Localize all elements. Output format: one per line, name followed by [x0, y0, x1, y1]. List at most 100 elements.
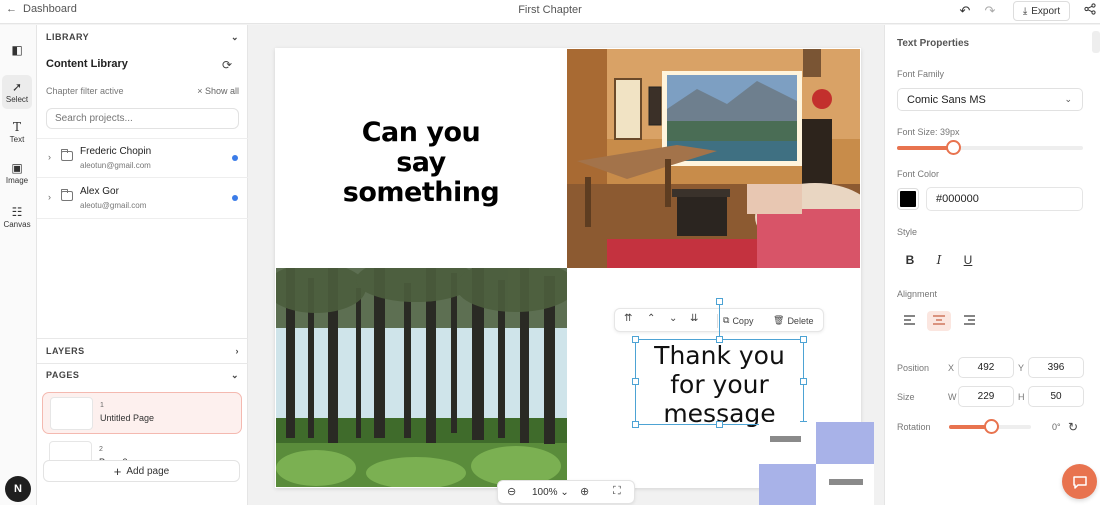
refresh-icon[interactable]: ⟳ — [222, 58, 232, 72]
cursor-icon: ➚ — [11, 79, 23, 94]
zoom-level-select[interactable]: 100% ⌄ — [532, 487, 569, 498]
size-width-input[interactable]: 229 — [958, 386, 1014, 407]
tool-image-label: Image — [5, 175, 29, 185]
tool-rail: ◧ ➚ Select T Text ▣ Image ☷ Canvas — [0, 25, 37, 505]
font-color-label: Font Color — [897, 169, 940, 179]
project-item[interactable]: › Frederic Chopin aleotun@gmail.com — [37, 138, 248, 178]
image-icon: ▣ — [11, 160, 23, 175]
page-name: Untitled Page — [100, 413, 155, 423]
font-family-value: Comic Sans MS — [907, 93, 986, 106]
library-section-label: LIBRARY — [46, 32, 90, 42]
font-color-input[interactable]: #000000 — [926, 187, 1083, 211]
chevron-down-icon: ⌄ — [230, 31, 239, 42]
top-bar: ← Dashboard First Chapter ↶ ↷ ⤓ Export — [0, 0, 1100, 24]
font-family-select[interactable]: Comic Sans MS ⌄ — [897, 88, 1083, 111]
tool-text[interactable]: T Text — [2, 115, 32, 149]
font-size-slider[interactable] — [897, 140, 1083, 155]
selection-box — [635, 339, 804, 425]
move-up-icon[interactable]: ⌃ — [647, 313, 655, 324]
living-room-photo[interactable] — [567, 49, 860, 268]
show-all-label: Show all — [204, 86, 239, 96]
chevron-right-icon: › — [48, 192, 51, 202]
rotate-handle[interactable] — [716, 298, 723, 305]
headline-line: something — [342, 177, 500, 208]
send-to-back-icon[interactable]: ⇊ — [690, 313, 698, 324]
rotation-value: 0° — [1052, 422, 1061, 432]
resize-handle-nw[interactable] — [632, 336, 639, 343]
resize-handle-s[interactable] — [716, 421, 723, 428]
search-projects-input[interactable] — [46, 108, 239, 129]
tool-canvas[interactable]: ☷ Canvas — [2, 200, 32, 234]
h-axis-label: H — [1018, 392, 1025, 402]
copy-button[interactable]: ⧉ Copy — [723, 315, 753, 326]
delete-button[interactable]: 🗑 Delete — [773, 315, 813, 326]
chevron-down-icon: ⌄ — [1064, 94, 1072, 104]
page-preview — [50, 397, 93, 430]
x-axis-label: X — [948, 363, 955, 373]
rotation-thumb[interactable] — [984, 419, 999, 434]
align-left-button[interactable] — [898, 311, 922, 331]
font-family-label: Font Family — [897, 69, 945, 79]
tool-image[interactable]: ▣ Image — [2, 156, 32, 190]
export-label: Export — [1031, 5, 1061, 17]
project-email: aleotun@gmail.com — [80, 161, 151, 170]
align-center-button[interactable] — [927, 311, 951, 331]
layers-section-label: LAYERS — [46, 346, 85, 356]
copy-icon: ⧉ — [723, 315, 730, 325]
bold-button[interactable]: B — [900, 250, 920, 270]
resize-handle-sw[interactable] — [632, 421, 639, 428]
back-to-dashboard-link[interactable]: ← Dashboard — [6, 3, 77, 15]
move-down-icon[interactable]: ⌄ — [669, 313, 677, 324]
bring-to-front-icon[interactable]: ⇈ — [624, 313, 632, 324]
size-height-input[interactable]: 50 — [1028, 386, 1084, 407]
align-right-button[interactable] — [957, 311, 981, 331]
zoom-in-icon[interactable]: ⊕ — [580, 485, 589, 498]
italic-button[interactable]: I — [929, 250, 949, 270]
w-axis-label: W — [948, 392, 957, 402]
page-number: 2 — [99, 446, 103, 453]
redo-icon[interactable]: ↷ — [983, 3, 997, 19]
color-swatch[interactable] — [897, 188, 919, 210]
font-size-thumb[interactable] — [945, 140, 961, 155]
panel-scrollbar[interactable] — [1092, 31, 1100, 53]
add-page-button[interactable]: + Add page — [43, 460, 240, 482]
export-button[interactable]: ⤓ Export — [1013, 1, 1070, 21]
chat-button[interactable] — [1062, 464, 1097, 499]
share-icon[interactable] — [1084, 3, 1096, 18]
forest-photo[interactable] — [276, 268, 567, 487]
headline-text-box[interactable]: Can you say something — [276, 118, 566, 208]
show-all-link[interactable]: × Show all — [197, 86, 239, 96]
resize-handle-e[interactable] — [800, 378, 807, 385]
undo-icon[interactable]: ↶ — [958, 3, 972, 19]
page-thumbnail[interactable]: 1 Untitled Page — [42, 392, 242, 434]
position-y-input[interactable]: 396 — [1028, 357, 1084, 378]
resize-handle-w[interactable] — [632, 378, 639, 385]
zoom-out-icon[interactable]: ⊖ — [507, 485, 516, 498]
rotation-slider[interactable] — [949, 419, 1031, 434]
chevron-right-icon: › — [48, 152, 51, 162]
position-x-input[interactable]: 492 — [958, 357, 1014, 378]
tool-select[interactable]: ➚ Select — [2, 75, 32, 109]
size-label: Size — [897, 392, 915, 402]
download-icon: ⤓ — [1022, 5, 1028, 17]
zoom-controls: ⊖ 100% ⌄ ⊕ ⛶ — [497, 480, 635, 504]
layers-section-header[interactable]: LAYERS › — [37, 339, 248, 363]
resize-handle-n[interactable] — [716, 336, 723, 343]
chevron-down-icon: ⌄ — [230, 369, 239, 380]
filter-row: Chapter filter active × Show all — [46, 86, 239, 96]
tool-canvas-label: Canvas — [3, 219, 31, 229]
avatar[interactable]: N — [5, 476, 31, 502]
color-swatch-fill — [900, 191, 916, 207]
project-item[interactable]: › Alex Gor aleotu@gmail.com — [37, 179, 248, 219]
pages-section-header[interactable]: PAGES ⌄ — [37, 363, 248, 387]
library-section-header[interactable]: LIBRARY ⌄ — [37, 25, 248, 49]
project-email: aleotu@gmail.com — [80, 201, 147, 210]
toggle-panel-button[interactable]: ◧ — [2, 34, 32, 68]
reset-rotation-icon[interactable]: ↻ — [1068, 420, 1078, 434]
underline-button[interactable]: U — [958, 250, 978, 270]
fit-screen-icon[interactable]: ⛶ — [613, 485, 621, 498]
resize-handle-ne[interactable] — [800, 336, 807, 343]
project-name: Frederic Chopin — [80, 146, 152, 157]
properties-title: Text Properties — [897, 38, 970, 49]
panel-icon: ◧ — [11, 43, 23, 57]
